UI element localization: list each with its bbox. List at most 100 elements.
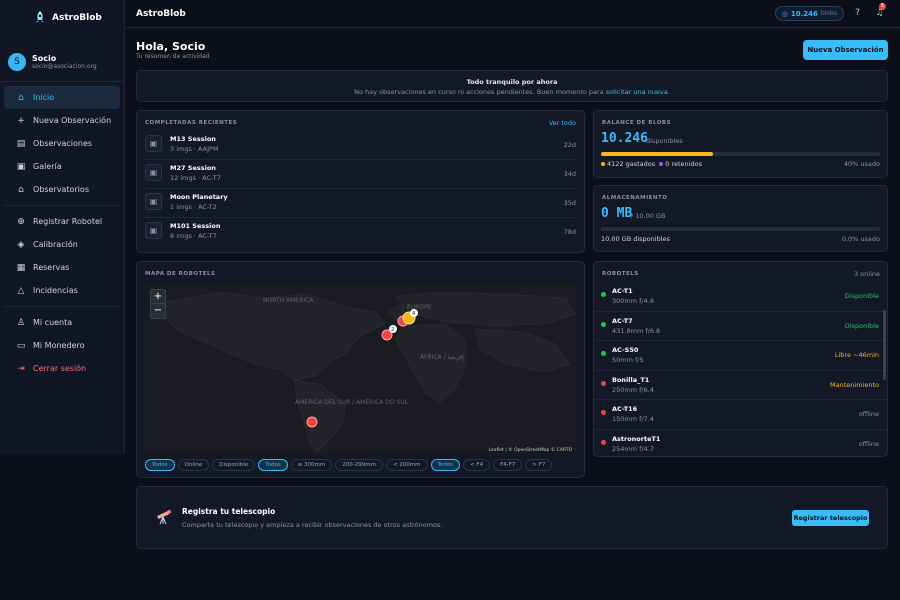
map-title: MAPA DE ROBOTELS xyxy=(145,271,216,277)
robotel-name: AC-T16 xyxy=(612,405,638,413)
status-dot xyxy=(601,351,606,356)
calendar-icon: ▦ xyxy=(16,262,26,273)
request-new-link[interactable]: solicitar una nueva xyxy=(606,88,668,96)
status-dot xyxy=(601,321,606,327)
list-item[interactable]: ▣ M27 Session 12 imgs · AC-T7 34d xyxy=(145,160,576,189)
robotel-name: AC-T7 xyxy=(612,316,633,325)
list-item[interactable]: ▣ M101 Session 8 imgs · AC-T7 78d xyxy=(145,218,576,247)
nav-divider xyxy=(4,205,120,206)
register-telescope-button[interactable]: Registrar telescopio xyxy=(792,510,869,526)
balance-unit: disponibles xyxy=(646,137,683,145)
robotel-meta: 250mm f/6.4 xyxy=(612,385,654,394)
filter-chip[interactable]: > F7 xyxy=(525,459,553,471)
user-name: Socio xyxy=(32,53,57,63)
nav-item-mi-monedero[interactable]: ▭ Mi Monedero xyxy=(4,334,120,357)
logout-icon: ⇥ xyxy=(17,363,25,374)
robotels-scrollbar[interactable] xyxy=(883,310,886,380)
nav-divider xyxy=(4,306,120,307)
wallet-icon: ▭ xyxy=(16,340,26,351)
status-dot xyxy=(601,292,606,297)
robotel-name: AC-S50 xyxy=(612,346,639,354)
nav-item-registrar-robotel[interactable]: ⊕ Registrar Robotel xyxy=(4,210,120,233)
image-icon: ▣ xyxy=(145,193,162,210)
nav-item-nueva-observacion[interactable]: + Nueva Observación xyxy=(4,109,120,132)
robotels-title: ROBOTELS xyxy=(602,271,639,277)
balance-pct: 40% usado xyxy=(843,160,880,168)
status-dot xyxy=(601,439,606,445)
nav-item-incidencias[interactable]: △ Incidencias xyxy=(4,279,120,302)
status-badge: Libre ~46min xyxy=(834,351,879,359)
filter-chip[interactable]: Disponible xyxy=(212,459,256,471)
storage-card: ALMACENAMIENTO 0 MB / 10.00 GB 10.00 GB … xyxy=(593,185,888,252)
topbar-title: AstroBlob xyxy=(136,8,186,19)
filter-chip[interactable]: F4-F7 xyxy=(493,459,523,471)
filter-chip[interactable]: Online xyxy=(177,459,210,471)
page-title: Hola, Socio xyxy=(136,40,206,53)
recent-completed-card: COMPLETADAS RECIENTES Ver todo ▣ M13 Ses… xyxy=(136,110,585,253)
list-item[interactable]: ▣ Moon Planetary 1 imgs · AC-T2 35d xyxy=(145,189,576,218)
robotel-meta: 300mm f/4.8 xyxy=(612,297,654,305)
app-name: AstroBlob xyxy=(52,13,102,23)
filter-chip[interactable]: Todos xyxy=(258,459,288,471)
zoom-in-button[interactable]: + xyxy=(151,290,165,304)
map-view[interactable]: NORTH AMERICA EUROPE ÁFRICA / إفريقيا AM… xyxy=(145,284,576,454)
filter-chip[interactable]: 200-299mm xyxy=(335,459,383,471)
robotel-row[interactable]: AC-T1 300mm f/4.8 Disponible xyxy=(594,282,887,312)
status-badge: offline xyxy=(858,439,879,448)
coin-icon: ◎ xyxy=(781,9,788,18)
spent-dot xyxy=(601,162,605,166)
filter-chip[interactable]: Todos xyxy=(145,459,175,471)
map-attribution[interactable]: Leaflet | © OpenStreetMap © CARTO xyxy=(486,448,574,453)
help-icon[interactable]: ? xyxy=(852,8,863,19)
robotel-name: Bonilla_T1 xyxy=(612,375,650,384)
filter-chip[interactable]: ≥ 300mm xyxy=(290,459,333,471)
view-all-link[interactable]: Ver todo xyxy=(549,119,576,127)
avatar: S xyxy=(8,52,26,71)
notification-badge: 5 xyxy=(879,3,886,10)
page-subtitle: Tu resumen de actividad xyxy=(136,53,210,60)
image-icon: ▣ xyxy=(145,164,162,181)
robotel-row[interactable]: AstronorteT1 254mm f/4.7 offline xyxy=(594,430,887,457)
logo[interactable]: AstroBlob xyxy=(0,0,124,36)
storage-title: ALMACENAMIENTO xyxy=(602,195,668,201)
user-icon: ♙ xyxy=(16,317,26,328)
nav-menu: ⌂ Inicio + Nueva Observación ▤ Observacione… xyxy=(0,82,124,384)
robotel-row[interactable]: AC-T16 150mm f/7.4 offline xyxy=(594,400,887,430)
nav-item-galeria[interactable]: ▣ Galería xyxy=(4,155,120,178)
map-label-af: ÁFRICA / إفريقيا xyxy=(420,354,464,361)
plus-icon: + xyxy=(17,115,25,126)
nav-item-cerrar-sesion[interactable]: ⇥ Cerrar sesión xyxy=(4,357,120,380)
balance-progress-bar xyxy=(601,152,880,156)
retained-dot xyxy=(659,162,664,166)
robotel-row[interactable]: AC-S50 50mm f/5 Libre ~46min xyxy=(594,341,887,371)
user-card[interactable]: S Socio socio@asociacion.org xyxy=(0,42,124,82)
map-label-eu: EUROPE xyxy=(407,304,432,311)
status-badge: Disponible xyxy=(844,292,879,300)
nav-item-calibracion[interactable]: ◈ Calibración xyxy=(4,233,120,256)
balance-progress-fill xyxy=(601,152,713,156)
blobs-balance-pill[interactable]: ◎ 10.246 blobs xyxy=(774,6,844,21)
storage-available: 10.00 GB disponibles xyxy=(601,235,670,243)
new-observation-button[interactable]: Nueva Observación xyxy=(803,40,888,60)
storage-pct: 0.0% usado xyxy=(841,235,880,243)
filter-chip[interactable]: < F4 xyxy=(463,459,491,471)
blobs-value: 10.246 xyxy=(790,9,818,18)
nav-item-mi-cuenta[interactable]: ♙ Mi cuenta xyxy=(4,311,120,334)
zoom-out-button[interactable]: − xyxy=(151,304,165,318)
storage-value: 0 MB xyxy=(601,206,633,221)
nav-item-inicio[interactable]: ⌂ Inicio xyxy=(4,86,120,109)
robotel-meta: 254mm f/4.7 xyxy=(612,444,654,453)
filter-chip[interactable]: < 200mm xyxy=(385,459,428,471)
user-email: socio@asociacion.org xyxy=(32,62,97,70)
robotel-row[interactable]: Bonilla_T1 250mm f/6.4 Mantenimiento xyxy=(594,371,887,400)
recent-title: COMPLETADAS RECIENTES xyxy=(145,120,238,126)
filter-chip[interactable]: Todos xyxy=(430,459,461,471)
list-item[interactable]: ▣ M13 Session 3 imgs · AAJPM 22d xyxy=(145,131,576,160)
blobs-unit: blobs xyxy=(820,10,837,17)
nav-item-observaciones[interactable]: ▤ Observaciones xyxy=(4,132,120,155)
robotel-row[interactable]: AC-T7 431.8mm f/6.8 Disponible xyxy=(594,312,887,341)
nav-item-observatorios[interactable]: ⌂ Observatorios xyxy=(4,178,120,201)
nav-item-reservas[interactable]: ▦ Reservas xyxy=(4,256,120,279)
robotel-name: AC-T1 xyxy=(612,287,633,295)
map-marker[interactable] xyxy=(306,416,318,428)
